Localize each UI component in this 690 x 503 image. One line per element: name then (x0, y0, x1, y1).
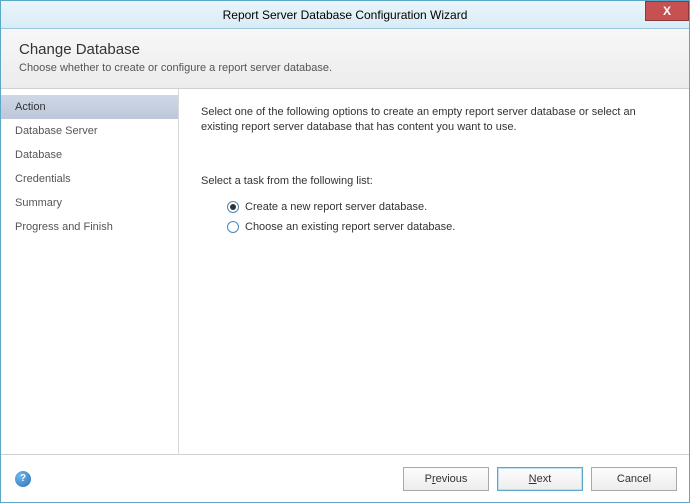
step-action[interactable]: Action (1, 95, 178, 119)
close-icon: X (663, 4, 671, 18)
close-button[interactable]: X (645, 1, 689, 21)
footer-bar: ? Previous Next Cancel (1, 454, 689, 502)
task-list-label: Select a task from the following list: (201, 175, 667, 187)
task-radio-group: Create a new report server database. Cho… (201, 201, 667, 233)
titlebar: Report Server Database Configuration Wiz… (1, 1, 689, 29)
wizard-steps-sidebar: Action Database Server Database Credenti… (1, 89, 179, 454)
page-subtitle: Choose whether to create or configure a … (19, 62, 671, 74)
option-label: Create a new report server database. (245, 201, 427, 213)
content-row: Action Database Server Database Credenti… (1, 89, 689, 454)
radio-icon (227, 201, 239, 213)
page-title: Change Database (19, 41, 671, 58)
radio-icon (227, 221, 239, 233)
window-title: Report Server Database Configuration Wiz… (1, 8, 689, 22)
step-database[interactable]: Database (1, 143, 178, 167)
wizard-window: Report Server Database Configuration Wiz… (0, 0, 690, 503)
step-database-server[interactable]: Database Server (1, 119, 178, 143)
header-banner: Change Database Choose whether to create… (1, 29, 689, 89)
option-label: Choose an existing report server databas… (245, 221, 455, 233)
step-summary[interactable]: Summary (1, 191, 178, 215)
next-button[interactable]: Next (497, 467, 583, 491)
option-create-new[interactable]: Create a new report server database. (227, 201, 667, 213)
step-progress-finish[interactable]: Progress and Finish (1, 215, 178, 239)
main-panel: Select one of the following options to c… (179, 89, 689, 454)
instruction-text: Select one of the following options to c… (201, 105, 667, 135)
step-credentials[interactable]: Credentials (1, 167, 178, 191)
option-choose-existing[interactable]: Choose an existing report server databas… (227, 221, 667, 233)
cancel-button[interactable]: Cancel (591, 467, 677, 491)
help-icon[interactable]: ? (15, 471, 31, 487)
previous-button[interactable]: Previous (403, 467, 489, 491)
